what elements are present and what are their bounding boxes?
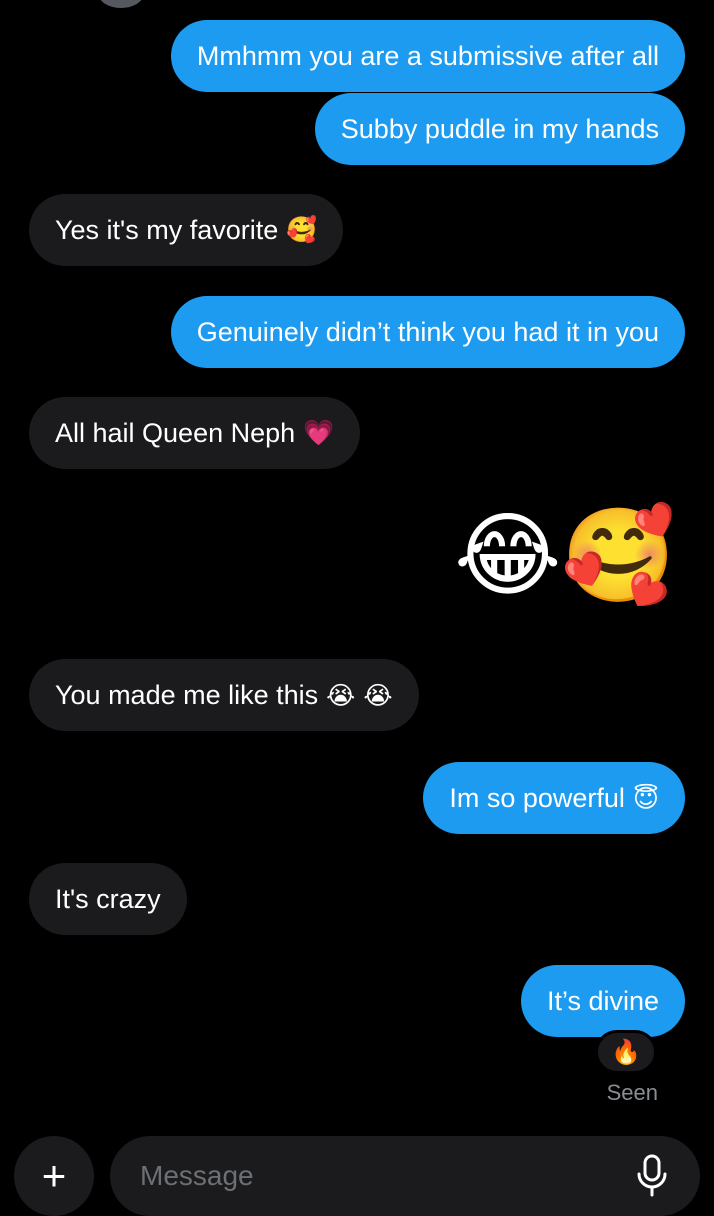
microphone-icon[interactable]: [634, 1154, 670, 1198]
message-text: Subby puddle in my hands: [340, 113, 659, 144]
message-text: You made me like this: [55, 679, 319, 710]
message-bubble-incoming[interactable]: Yes it's my favorite 🥰: [29, 194, 344, 266]
message-text: It's crazy: [55, 883, 161, 914]
message-text: All hail Queen Neph: [55, 417, 296, 448]
message-bubble-incoming[interactable]: All hail Queen Neph 💗: [29, 397, 361, 469]
message-bubble-outgoing[interactable]: Genuinely didn’t think you had it in you: [170, 296, 685, 368]
message-bubble-outgoing[interactable]: It’s divine: [520, 965, 685, 1037]
message-bubble-outgoing[interactable]: Im so powerful 😇: [423, 762, 685, 834]
crying-face-emoji: 😭 😭: [326, 680, 393, 710]
growing-heart-emoji: 💗: [303, 418, 335, 447]
plus-icon: +: [41, 1152, 67, 1199]
emoji-message[interactable]: 😂🥰: [454, 510, 676, 602]
message-text: Im so powerful: [449, 782, 625, 813]
message-text: Genuinely didn’t think you had it in you: [196, 316, 659, 347]
add-attachment-button[interactable]: +: [14, 1136, 94, 1216]
message-text: Yes it's my favorite: [55, 214, 279, 245]
halo-face-emoji: 😇: [632, 783, 659, 813]
emoji-only-message: 😂🥰: [453, 502, 676, 609]
smiling-face-with-hearts-emoji: 🥰: [286, 215, 318, 244]
avatar: [98, 0, 144, 8]
message-bubble-incoming[interactable]: You made me like this 😭 😭: [29, 659, 419, 731]
fire-icon: 🔥: [611, 1038, 641, 1066]
message-bubble-outgoing[interactable]: Subby puddle in my hands: [314, 93, 685, 165]
message-bubble-incoming[interactable]: It's crazy: [29, 863, 187, 935]
message-placeholder: Message: [140, 1160, 254, 1191]
message-bubble-outgoing[interactable]: Mmhmm you are a submissive after all: [170, 20, 685, 92]
message-text: It’s divine: [546, 985, 659, 1016]
reaction-badge[interactable]: 🔥: [595, 1030, 657, 1074]
message-text: Mmhmm you are a submissive after all: [196, 40, 659, 71]
read-receipt: Seen: [606, 1080, 658, 1105]
message-input[interactable]: Message: [110, 1136, 700, 1216]
